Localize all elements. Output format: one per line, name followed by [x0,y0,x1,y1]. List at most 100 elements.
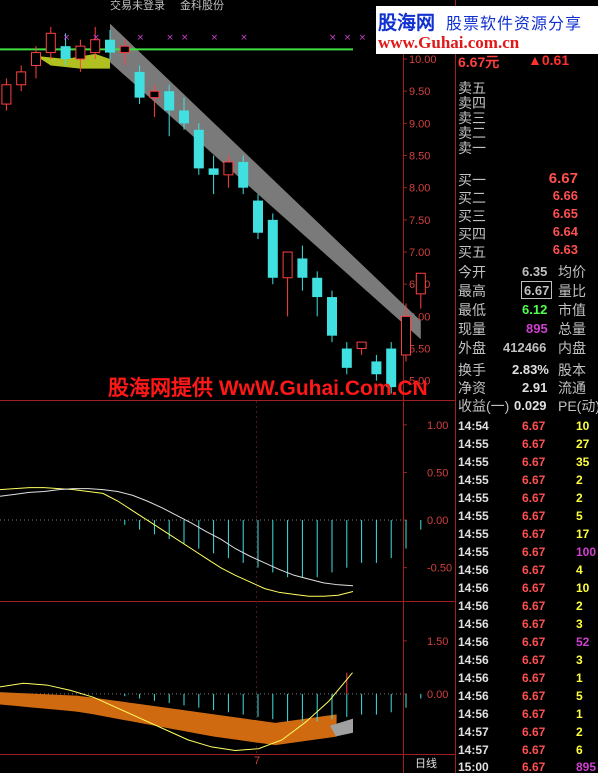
bid-row[interactable]: 买一 6.67 [456,170,598,188]
tick-row: 14:57 6.67 2 [458,725,583,739]
net-assets-value: 2.91 [522,380,548,395]
tick-row: 14:55 6.67 27 [458,437,590,451]
tick-row: 14:55 6.67 2 [458,473,583,487]
candle-body-up [119,45,130,54]
bid-row[interactable]: 买五 6.63 [456,242,598,260]
candle-body-up [415,272,426,295]
bid-row[interactable]: 买三 6.65 [456,206,598,224]
capital-label: 股本 [558,362,586,378]
outer-value: 412466 [503,340,547,355]
macd-tick-label: -0.50 [427,563,452,575]
bid-row[interactable]: 买四 6.64 [456,224,598,242]
candle-body-up [282,251,293,279]
candle-body-up [401,315,411,356]
bid-price: 6.66 [552,188,578,203]
net-assets-label: 净资 [458,380,486,396]
bid-row[interactable]: 买二 6.66 [456,188,598,206]
candle-body-down [134,71,145,98]
tick-row: 14:56 6.67 5 [458,689,583,703]
ind2-tick-label: 1.50 [427,636,448,648]
market-value-label: 市值 [558,302,586,318]
current-vol-value: 895 [526,321,548,336]
outer-label: 外盘 [458,340,486,356]
open-label: 今开 [458,264,486,280]
ask-row[interactable]: 卖一 [456,138,598,156]
price-tick-label: 10.00 [409,54,437,66]
logo-slogan: 股票软件资源分享 [446,14,583,33]
bid-label: 买一 [458,172,486,188]
signal-marker: × [137,33,145,43]
tick-row: 14:56 6.67 52 [458,635,590,649]
broker-name: 金科股份 [180,0,224,12]
candle-body-down [60,46,71,60]
candle-body-down [238,161,249,188]
tick-row: 14:56 6.67 1 [458,671,583,685]
candle-body-down [327,297,337,336]
guhai-logo: 股海网 股票软件资源分享 www.Guhai.com.cn [376,6,598,54]
signal-marker: × [329,33,337,43]
candle-body-down [193,129,204,169]
signal-marker: × [240,33,248,43]
ind2-tick-label: 0.00 [427,689,448,701]
bid-price: 6.67 [548,170,578,187]
tick-row: 14:55 6.67 35 [458,455,590,469]
bid-price: 6.64 [552,224,578,239]
tick-row: 14:56 6.67 4 [458,563,583,577]
bid-price: 6.63 [552,242,578,257]
eps-value: 0.029 [514,398,547,413]
signal-marker: × [63,33,71,43]
candle-body-down [341,348,352,368]
tick-row: 14:55 6.67 2 [458,491,583,505]
candle-body-down [164,91,175,111]
candle-body-down [105,39,115,53]
tick-row: 14:55 6.67 5 [458,509,583,523]
inner-label: 内盘 [558,340,586,356]
candle-body-up [149,90,160,99]
open-value: 6.35 [522,264,548,279]
macd-tick-label: 0.00 [427,515,448,527]
candle-body-up [45,32,56,54]
price-tick-label: 9.50 [409,86,430,98]
date-label: 7 [254,755,261,767]
candle-body-down [297,258,308,278]
period-daily-button[interactable]: 日线 [415,755,437,771]
tick-row: 14:56 6.67 2 [458,599,583,613]
bid-price: 6.65 [552,206,578,221]
low-value: 6.12 [522,302,548,317]
quote-header: 6.67元 ▲0.61 [458,52,569,72]
eps-label: 收益(一) [458,398,510,414]
tick-row: 14:54 6.67 10 [458,419,590,433]
candle-body-down [267,219,278,278]
high-label: 最高 [458,283,486,299]
float-label: 流通 [558,380,586,396]
ma-band-yellow [36,53,110,69]
logo-url: www.Guhai.com.cn [378,33,520,52]
candle-body-up [223,161,234,176]
tick-row: 14:57 6.67 6 [458,743,583,757]
candle-body-down [312,277,323,298]
candle-body-up [356,341,367,350]
price-tick-label: 7.00 [409,247,430,259]
signal-marker: × [359,33,367,43]
macd-tick-label: 1.00 [427,420,448,432]
low-label: 最低 [458,302,486,318]
tick-row: 14:56 6.67 10 [458,581,590,595]
candle-body-down [253,200,263,233]
watermark-text: 股海网提供 WwW.Guhai.Com.CN [108,377,428,400]
candle-body-up [1,84,12,105]
login-status: 交易未登录 [110,0,165,12]
turnover-value: 2.83% [512,362,549,377]
tick-row: 14:55 6.67 17 [458,527,590,541]
bid-label: 买二 [458,190,486,206]
price-tick-label: 5.50 [409,344,430,356]
signal-marker: × [166,33,174,43]
price-change: ▲0.61 [528,52,570,68]
macd-dea-line [0,488,354,587]
signal-marker: × [181,33,189,43]
pe-label: PE(动) [558,398,598,414]
macd-tick-label: 0.50 [427,467,448,479]
price-tick-label: 7.50 [409,215,430,227]
vol-ratio-label: 量比 [558,283,586,299]
candle-body-down [179,110,189,124]
macd-dif-line [0,487,354,597]
